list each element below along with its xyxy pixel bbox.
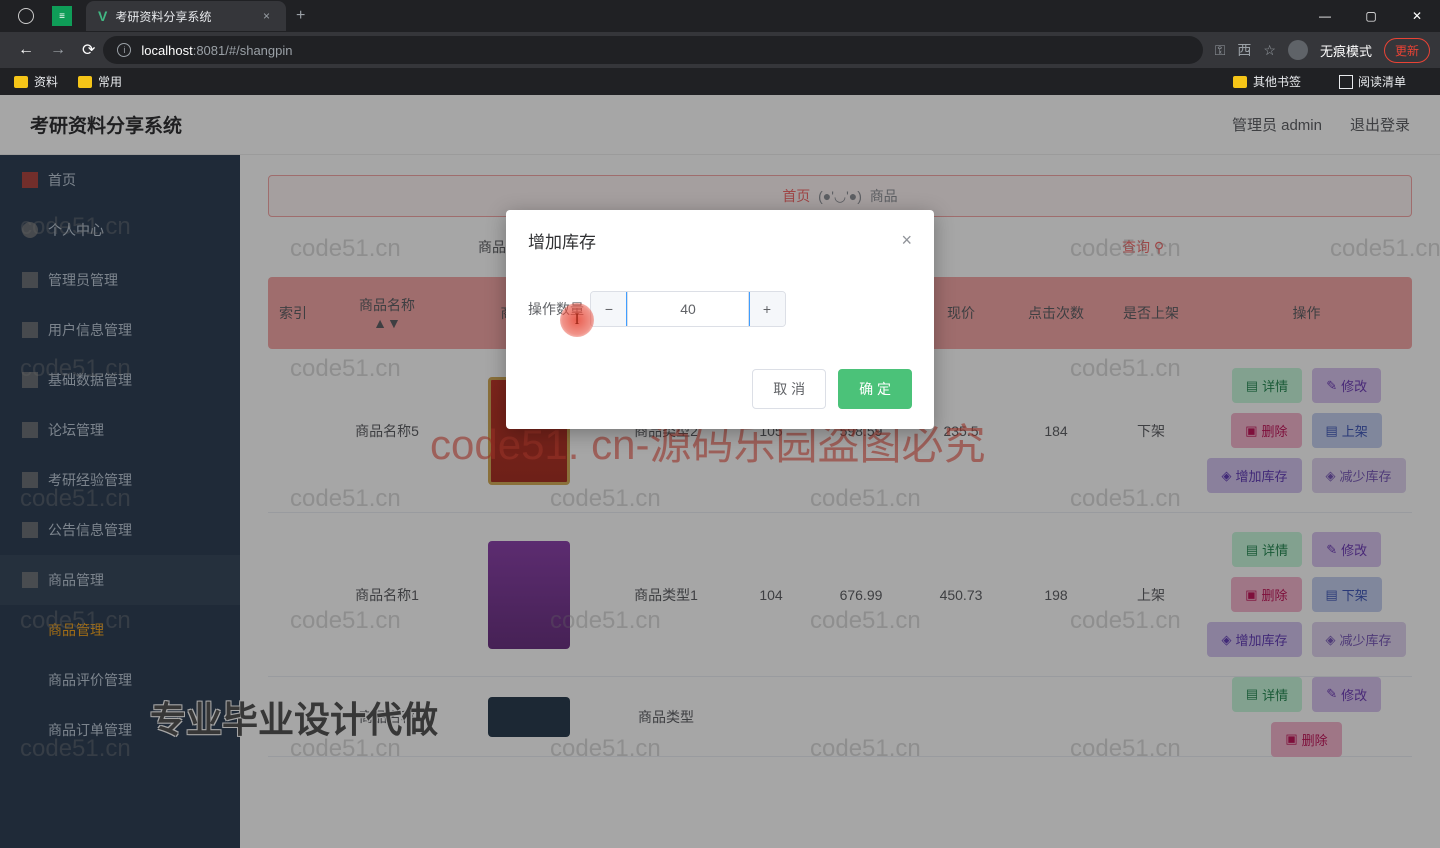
browser-chrome: ≡ V 考研资料分享系统 × + — ▢ ✕ ← → ⟳ i localhost… — [0, 0, 1440, 95]
folder-icon — [78, 76, 92, 88]
browser-tab[interactable]: V 考研资料分享系统 × — [86, 1, 286, 31]
translate-icon[interactable]: ⻄ — [1237, 40, 1251, 60]
address-bar: ← → ⟳ i localhost:8081/#/shangpin ⚿ ⻄ ☆ … — [0, 32, 1440, 68]
modal-footer: 取 消 确 定 — [506, 357, 934, 429]
key-icon[interactable]: ⚿ — [1215, 42, 1226, 59]
tab-title: 考研资料分享系统 — [115, 8, 211, 25]
modal-title: 增加库存 — [528, 228, 596, 253]
close-window-icon[interactable]: ✕ — [1394, 0, 1440, 32]
cancel-button[interactable]: 取 消 — [752, 369, 826, 409]
confirm-button[interactable]: 确 定 — [838, 369, 912, 409]
decrease-button[interactable]: − — [591, 292, 627, 326]
url-host: localhost — [141, 43, 192, 58]
incognito-label: 无痕模式 — [1320, 41, 1372, 60]
increase-button[interactable]: + — [749, 292, 785, 326]
tab-icon-app[interactable]: ≡ — [52, 6, 72, 26]
bookmark-bar: 资料 常用 其他书签 阅读清单 — [0, 68, 1440, 95]
modal-header: 增加库存 × — [506, 210, 934, 271]
list-icon — [1339, 75, 1353, 89]
folder-icon — [1233, 76, 1247, 88]
modal-overlay[interactable]: 增加库存 × 操作数量 − + 取 消 确 定 — [0, 95, 1440, 848]
url-path: /#/shangpin — [225, 43, 292, 58]
site-info-icon[interactable]: i — [117, 43, 131, 57]
reload-button[interactable]: ⟳ — [74, 40, 103, 60]
other-bookmarks[interactable]: 其他书签 — [1233, 73, 1301, 90]
incognito-icon — [1288, 40, 1308, 60]
vue-icon: V — [98, 8, 107, 24]
bookmark-changyong[interactable]: 常用 — [78, 73, 122, 90]
maximize-icon[interactable]: ▢ — [1348, 0, 1394, 32]
new-tab-button[interactable]: + — [296, 7, 305, 25]
url-input[interactable]: i localhost:8081/#/shangpin — [103, 36, 1202, 64]
minimize-icon[interactable]: — — [1302, 0, 1348, 32]
window-controls: — ▢ ✕ — [1302, 0, 1440, 32]
bookmark-ziliao[interactable]: 资料 — [14, 73, 58, 90]
folder-icon — [14, 76, 28, 88]
tab-icon-blank[interactable] — [18, 8, 34, 24]
cursor-indicator: I — [560, 303, 594, 337]
url-port: :8081 — [193, 43, 226, 58]
tab-bar: ≡ V 考研资料分享系统 × + — ▢ ✕ — [0, 0, 1440, 32]
app-viewport: 考研资料分享系统 管理员 admin 退出登录 首页 个人中心 管理员管理 用户… — [0, 95, 1440, 848]
close-icon[interactable]: × — [259, 9, 274, 23]
close-icon[interactable]: × — [901, 230, 912, 251]
forward-button[interactable]: → — [42, 41, 74, 59]
back-button[interactable]: ← — [10, 41, 42, 59]
star-icon[interactable]: ☆ — [1263, 42, 1276, 59]
reading-list[interactable]: 阅读清单 — [1339, 73, 1406, 90]
update-button[interactable]: 更新 — [1384, 38, 1430, 63]
quantity-input[interactable] — [627, 292, 749, 326]
quantity-stepper: − + — [590, 291, 786, 327]
